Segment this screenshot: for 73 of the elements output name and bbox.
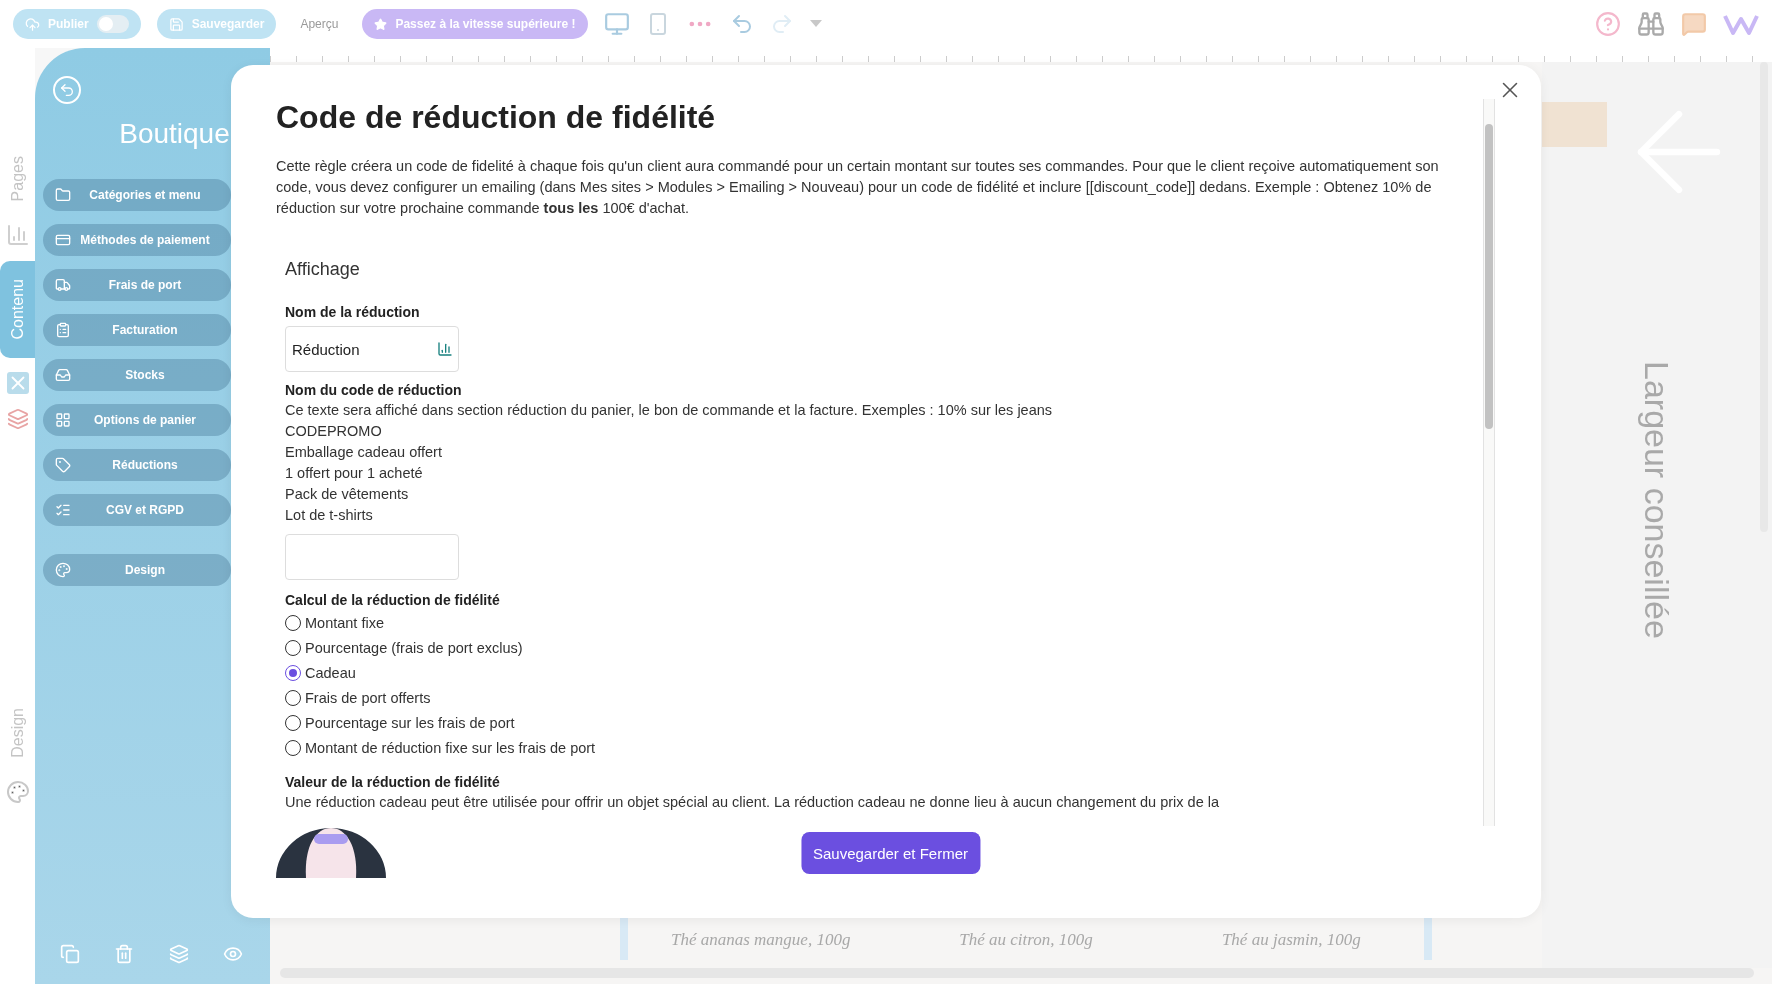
palette-icon <box>55 562 71 578</box>
field-label: Nom du code de réduction <box>285 382 463 398</box>
field-label: Calcul de la réduction de fidélité <box>285 592 501 608</box>
card-icon <box>55 232 71 248</box>
help-text: CODEPROMO <box>285 422 383 441</box>
close-icon[interactable] <box>6 371 29 394</box>
truck-icon <box>55 277 71 293</box>
preview-button[interactable]: Aperçu <box>292 17 347 31</box>
eye-icon[interactable] <box>222 944 243 964</box>
sidebar-item[interactable]: CGV et RGPD <box>43 494 231 526</box>
inbox-icon <box>55 367 71 383</box>
tag-icon <box>55 457 71 473</box>
grid-icon <box>55 412 71 428</box>
sidebar-title: Boutique <box>118 118 231 150</box>
sidebar-item[interactable]: Réductions <box>43 449 231 481</box>
back-icon[interactable] <box>53 76 81 104</box>
radio-option[interactable]: Pourcentage sur les frais de port <box>285 710 1463 735</box>
radio-option[interactable]: Cadeau <box>285 660 1463 685</box>
layers-icon[interactable] <box>168 944 189 964</box>
chart-icon <box>437 341 453 357</box>
sidebar-item[interactable]: Frais de port <box>43 269 231 301</box>
side-tab[interactable]: Design <box>0 700 35 766</box>
width-label: Largeur conseillée <box>1637 361 1676 639</box>
help-text: Emballage cadeau offert <box>285 443 443 462</box>
desktop-icon[interactable] <box>603 11 630 37</box>
save-and-close-button[interactable]: Sauvegarder et Fermer <box>800 832 981 874</box>
sidebar-item[interactable]: Facturation <box>43 314 231 346</box>
intro-text: Cette règle créera un code de fidelité à chaque fois qu'un client aura commandé pour un certain montant sur toutes ses commandes. Pour que le client reçoive automatiquement son code, vous devez configurer un emailing (dans Mes sites > Modules > Emailing > Nouveau) pour un code de fidélité et inclure [[discount_code]] dedans. Exemple : Obtenez 10% de réduction sur votre prochaine commande tous les 100€ d'achat. <box>276 157 1440 218</box>
color-block <box>1542 102 1607 147</box>
help-text: Lot de t-shirts <box>285 506 374 525</box>
caret-icon[interactable] <box>809 20 822 28</box>
field-label: Nom de la réduction <box>285 304 421 320</box>
name-field[interactable]: Réduction <box>285 326 459 372</box>
upgrade-button[interactable]: Passez à la vitesse supérieure ! <box>362 9 588 39</box>
help-text: Pack de vêtements <box>285 485 410 504</box>
product-caption: Thé au citron, 100g <box>958 930 1094 950</box>
product-caption: Thé ananas mangue, 100g <box>669 930 852 950</box>
save-button[interactable]: Sauvegarder <box>156 9 277 39</box>
radio-option[interactable]: Montant de réduction fixe sur les frais de port <box>285 735 1463 760</box>
code-field[interactable] <box>285 534 459 580</box>
sidebar-item[interactable]: Stocks <box>43 359 231 391</box>
value-description: Une réduction cadeau peut être utilisée pour offrir un objet spécial au client. La réduction cadeau ne donne lieu à aucun changement du prix de la <box>285 793 1220 812</box>
cloud-upload-icon <box>25 16 40 32</box>
product-caption: Thé au jasmin, 100g <box>1220 930 1362 950</box>
publish-toggle[interactable] <box>96 15 129 33</box>
sidebar-item[interactable]: Méthodes de paiement <box>43 224 231 256</box>
logo-icon[interactable] <box>1723 12 1759 36</box>
help-text: 1 offert pour 1 acheté <box>285 464 424 483</box>
sidebar-item[interactable]: Options de panier <box>43 404 231 436</box>
star-icon <box>374 17 388 31</box>
section-title: Affichage <box>285 259 361 280</box>
duplicate-icon[interactable] <box>60 944 81 964</box>
radio-option[interactable]: Pourcentage (frais de port exclus) <box>285 635 1463 660</box>
sidebar-item[interactable]: Design <box>43 554 231 586</box>
binoculars-icon[interactable] <box>1637 10 1665 38</box>
save-icon <box>168 16 184 32</box>
radio-option[interactable]: Montant fixe <box>285 610 1463 635</box>
chat-icon[interactable] <box>1681 11 1707 37</box>
checklist-icon <box>55 502 71 518</box>
radio-option[interactable]: Frais de port offerts <box>285 685 1463 710</box>
publish-button[interactable]: Publier <box>13 9 141 39</box>
side-tab[interactable]: Pages <box>0 148 35 210</box>
help-icon[interactable] <box>1595 11 1621 37</box>
palette-icon <box>5 780 30 804</box>
clipboard-icon <box>55 322 71 338</box>
trash-icon[interactable] <box>114 944 135 964</box>
sidebar-item[interactable]: Catégories et menu <box>43 179 231 211</box>
side-tab[interactable]: Contenu <box>0 261 35 358</box>
layers-icon <box>6 407 29 430</box>
folder-icon <box>55 187 71 203</box>
field-label: Valeur de la réduction de fidélité <box>285 774 501 790</box>
help-text: Ce texte sera affiché dans section réduction du panier, le bon de commande et la facture. Exemples : 10% sur les jeans <box>285 401 1054 420</box>
modal-title: Code de réduction de fidélité <box>276 99 717 136</box>
